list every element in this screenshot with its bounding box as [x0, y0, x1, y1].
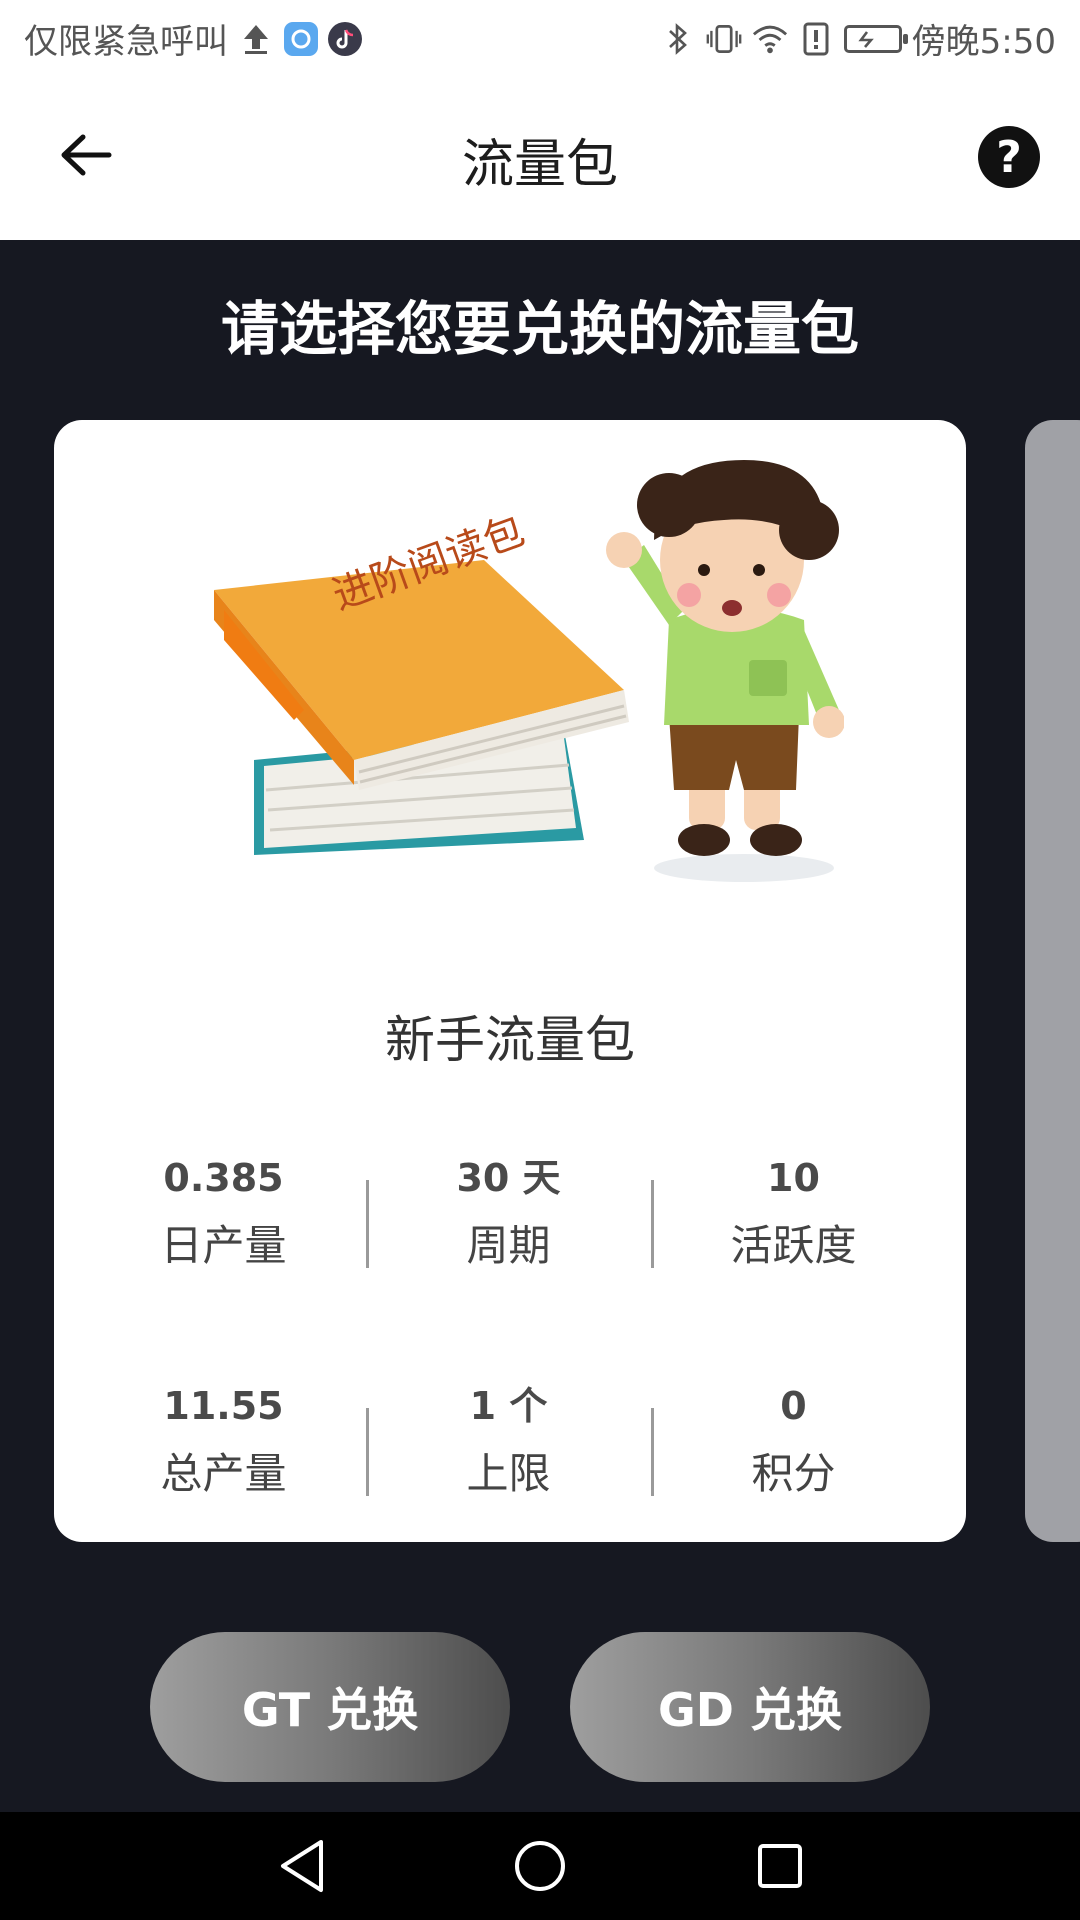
stat-label: 总产量 [160, 1449, 287, 1498]
system-nav-bar [0, 1812, 1080, 1920]
alert-icon [798, 21, 834, 57]
gd-exchange-button[interactable]: GD 兑换 [570, 1632, 930, 1782]
stat-daily-output: 0.385 日产量 [81, 1150, 366, 1273]
battery-icon [843, 24, 908, 53]
stat-divider [366, 1180, 369, 1268]
nav-recent-button[interactable] [740, 1832, 820, 1900]
vibrate-icon [706, 21, 742, 57]
status-left: 仅限紧急呼叫 [24, 14, 362, 63]
help-button[interactable]: ? [978, 126, 1040, 188]
stat-total-output: 11.55 总产量 [81, 1378, 366, 1501]
package-illustration: 进阶阅读包 [184, 460, 845, 900]
nav-back-button[interactable] [262, 1832, 342, 1900]
clock: 傍晚5:50 [911, 22, 1056, 62]
next-package-card[interactable] [1025, 420, 1080, 1542]
nav-home-button[interactable] [500, 1832, 580, 1900]
stat-label: 积分 [751, 1449, 836, 1498]
stat-label: 活跃度 [730, 1221, 857, 1270]
carrier-text: 仅限紧急呼叫 [24, 22, 228, 62]
page-title: 流量包 [461, 135, 618, 195]
stat-limit: 1 个 上限 [366, 1378, 651, 1501]
stat-value: 0 [780, 1384, 807, 1428]
stat-value: 0.385 [163, 1156, 284, 1200]
stat-label: 上限 [466, 1449, 551, 1498]
stat-label: 周期 [466, 1221, 551, 1270]
stats-row: 0.385 日产量 30 天 周期 10 活跃度 [54, 1150, 966, 1273]
app-header: 流量包 ? [0, 74, 1080, 240]
tiktok-icon [328, 21, 362, 56]
circle-home-icon [515, 1841, 565, 1891]
square-recent-icon [758, 1844, 802, 1888]
stat-value: 30 天 [456, 1156, 561, 1200]
status-right: 傍晚5:50 [660, 14, 1056, 63]
upload-icon [238, 21, 274, 57]
bluetooth-icon [660, 21, 696, 57]
app-blue-icon [284, 21, 318, 56]
package-name: 新手流量包 [385, 1011, 635, 1069]
stat-divider [366, 1408, 369, 1496]
stat-activity: 10 活跃度 [651, 1150, 936, 1273]
gt-exchange-button[interactable]: GT 兑换 [150, 1632, 510, 1782]
stat-points: 0 积分 [651, 1378, 936, 1501]
section-heading: 请选择您要兑换的流量包 [220, 295, 859, 363]
stat-period: 30 天 周期 [366, 1150, 651, 1273]
stat-divider [651, 1408, 654, 1496]
stat-label: 日产量 [160, 1221, 287, 1270]
stat-divider [651, 1180, 654, 1268]
stat-value: 11.55 [163, 1384, 284, 1428]
stat-value: 1 个 [469, 1384, 548, 1428]
stat-value: 10 [767, 1156, 820, 1200]
status-bar: 仅限紧急呼叫 傍晚5:50 [0, 0, 1080, 74]
package-card[interactable]: 进阶阅读包 新手流量包 0.385 日产量 30 天 周期 10 活跃度 11.… [54, 420, 966, 1542]
wifi-icon [752, 21, 788, 57]
triangle-back-icon [281, 1840, 323, 1892]
stats-row: 11.55 总产量 1 个 上限 0 积分 [54, 1378, 966, 1501]
question-icon: ? [996, 131, 1022, 183]
